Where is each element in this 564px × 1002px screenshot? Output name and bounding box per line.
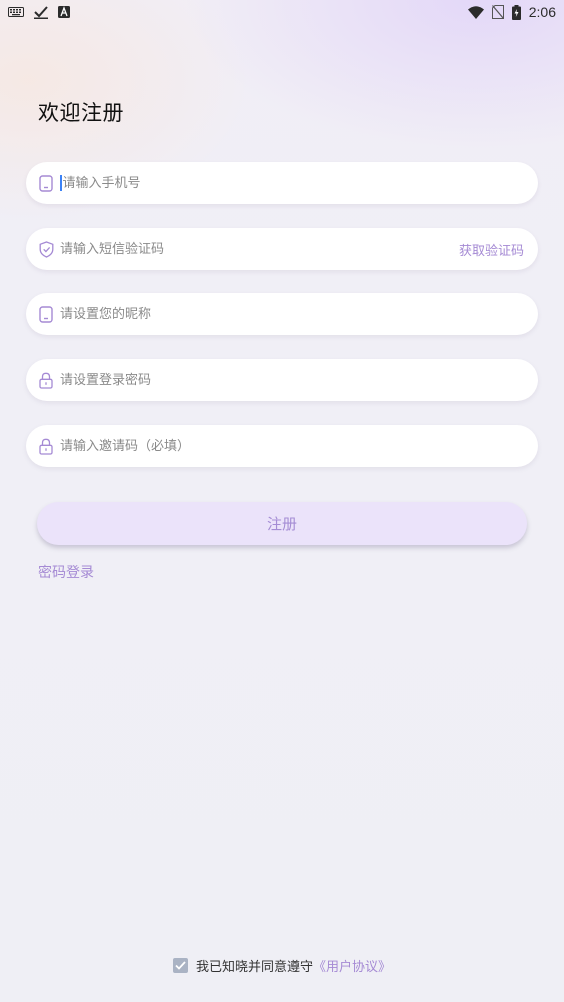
password-field[interactable] <box>26 359 538 401</box>
agreement-row: 我已知晓并同意遵守 《用户协议》 <box>0 956 564 975</box>
wifi-icon <box>467 5 484 19</box>
phone-icon <box>38 174 54 192</box>
nickname-input[interactable] <box>60 293 524 335</box>
register-button[interactable]: 注册 <box>37 502 527 545</box>
password-input[interactable] <box>60 359 524 401</box>
checkmark-icon <box>175 961 186 970</box>
invite-code-field[interactable] <box>26 425 538 467</box>
checkmark-icon <box>34 5 48 19</box>
page-title: 欢迎注册 <box>38 101 124 125</box>
get-code-button[interactable]: 获取验证码 <box>459 240 524 259</box>
no-sim-icon <box>491 5 504 19</box>
status-time: 2:06 <box>528 4 556 20</box>
shield-icon <box>38 240 54 258</box>
battery-icon <box>511 4 521 20</box>
status-bar: 2:06 <box>0 0 564 24</box>
sms-code-input[interactable] <box>60 228 459 270</box>
text-a-icon <box>58 6 70 18</box>
nickname-field[interactable] <box>26 293 538 335</box>
status-right: 2:06 <box>467 4 556 20</box>
phone-field[interactable] <box>26 162 538 204</box>
password-login-link[interactable]: 密码登录 <box>38 562 94 582</box>
phone-icon <box>38 305 54 323</box>
lock-icon <box>38 437 54 455</box>
agreement-text: 我已知晓并同意遵守 <box>195 960 313 975</box>
user-agreement-link[interactable]: 《用户协议》 <box>313 956 391 975</box>
phone-input[interactable] <box>62 162 524 204</box>
text-cursor <box>60 175 62 191</box>
status-left <box>8 5 70 19</box>
invite-code-input[interactable] <box>60 425 524 467</box>
sms-code-field[interactable]: 获取验证码 <box>26 228 538 270</box>
agreement-checkbox[interactable] <box>172 958 188 973</box>
lock-icon <box>38 371 54 389</box>
keyboard-icon <box>8 7 24 17</box>
